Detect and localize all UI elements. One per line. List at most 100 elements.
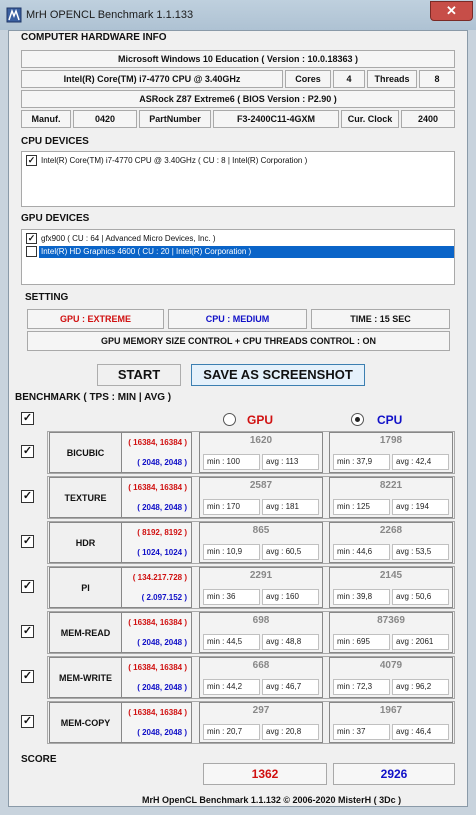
benchmark-name: MEM-WRITE [49, 657, 121, 698]
gpu-device-label: gfx900 ( CU : 64 | Advanced Micro Device… [41, 234, 216, 243]
cpu-param: ( 1024, 1024 ) [137, 548, 187, 557]
cpu-result-avg: avg : 46,4 [392, 724, 449, 740]
window-title: MrH OPENCL Benchmark 1.1.133 [26, 9, 194, 21]
gpu-result: 698 min : 44,5 avg : 48,8 [199, 612, 323, 653]
gpu-result-min: min : 44,5 [203, 634, 260, 650]
cpu-result-avg: avg : 194 [392, 499, 449, 515]
gpu-devices-title: GPU DEVICES [21, 213, 90, 224]
gpu-param: ( 16384, 16384 ) [128, 618, 187, 627]
cpu-result-score: 1798 [379, 435, 403, 446]
cpu-result-score: 2145 [379, 570, 403, 581]
benchmark-params: ( 16384, 16384 ) ( 2048, 2048 ) [121, 657, 192, 698]
gpu-result: 668 min : 44,2 avg : 46,7 [199, 657, 323, 698]
cpu-device-label: Intel(R) Core(TM) i7-4770 CPU @ 3.40GHz … [41, 156, 308, 165]
benchmark-name: TEXTURE [49, 477, 121, 518]
benchmark-params: ( 16384, 16384 ) ( 2048, 2048 ) [121, 432, 192, 473]
cpu-result-avg: avg : 53,5 [392, 544, 449, 560]
gpu-radio-label: GPU [247, 413, 274, 427]
benchmark-name: BICUBIC [49, 432, 121, 473]
select-all-checkbox[interactable]: ✓ [21, 412, 34, 425]
gpu-result-score: 865 [252, 525, 270, 536]
cpu-result-min: min : 39,8 [333, 589, 390, 605]
gpu-result-avg: avg : 48,8 [262, 634, 319, 650]
gpu-result-avg: avg : 46,7 [262, 679, 319, 695]
benchmark-checkbox[interactable]: ✓ [21, 535, 34, 548]
cpu-result-avg: avg : 50,6 [392, 589, 449, 605]
title-bar[interactable]: MrH OPENCL Benchmark 1.1.133 ✕ [0, 0, 476, 30]
start-button[interactable]: START [97, 364, 181, 386]
cores-label: Cores [285, 70, 331, 88]
cpu-param: ( 2048, 2048 ) [137, 458, 187, 467]
clock-label: Cur. Clock [341, 110, 399, 128]
benchmark-params: ( 16384, 16384 ) ( 2048, 2048 ) [121, 612, 192, 653]
gpu-level-setting[interactable]: GPU : EXTREME [27, 309, 164, 329]
cpu-level-setting[interactable]: CPU : MEDIUM [168, 309, 307, 329]
cpu-radio[interactable] [351, 413, 364, 426]
cpu-score: 2926 [333, 763, 455, 785]
gpu-device-label: Intel(R) HD Graphics 4600 ( CU : 20 | In… [41, 247, 252, 256]
cpu-devices-title: CPU DEVICES [21, 136, 89, 147]
gpu-param: ( 16384, 16384 ) [128, 483, 187, 492]
benchmark-checkbox[interactable]: ✓ [21, 580, 34, 593]
benchmark-checkbox[interactable]: ✓ [21, 715, 34, 728]
gpu-score: 1362 [203, 763, 327, 785]
cpu-result: 2268 min : 44,6 avg : 53,5 [329, 522, 453, 563]
gpu-result-min: min : 100 [203, 454, 260, 470]
gpu-result-min: min : 36 [203, 589, 260, 605]
app-icon [6, 7, 22, 23]
gpu-result-min: min : 170 [203, 499, 260, 515]
gpu-result: 297 min : 20,7 avg : 20,8 [199, 702, 323, 743]
benchmark-checkbox[interactable]: ✓ [21, 490, 34, 503]
cpu-result-avg: avg : 42,4 [392, 454, 449, 470]
cpu-param: ( 2048, 2048 ) [137, 638, 187, 647]
partnumber-value: F3-2400C11-4GXM [213, 110, 339, 128]
footer-credits: MrH OpenCL Benchmark 1.1.132 © 2006-2020… [142, 795, 402, 805]
benchmark-name: MEM-COPY [49, 702, 121, 743]
benchmark-checkbox[interactable]: ✓ [21, 445, 34, 458]
gpu-result-score: 1620 [249, 435, 273, 446]
gpu-result: 1620 min : 100 avg : 113 [199, 432, 323, 473]
cpu-device-checkbox[interactable]: ✓ [26, 155, 37, 166]
close-button[interactable]: ✕ [430, 1, 473, 21]
gpu-device-checkbox[interactable]: ✓ [26, 233, 37, 244]
cpu-result-score: 8221 [379, 480, 403, 491]
benchmark-params: ( 8192, 8192 ) ( 1024, 1024 ) [121, 522, 192, 563]
score-title: SCORE [21, 754, 57, 765]
benchmark-checkbox[interactable]: ✓ [21, 625, 34, 638]
cpu-result-min: min : 44,6 [333, 544, 390, 560]
gpu-radio[interactable] [223, 413, 236, 426]
cpu-radio-label: CPU [377, 413, 403, 427]
cpu-result-avg: avg : 96,2 [392, 679, 449, 695]
gpu-param: ( 8192, 8192 ) [137, 528, 187, 537]
gpu-result-avg: avg : 113 [262, 454, 319, 470]
threads-label: Threads [367, 70, 417, 88]
gpu-result-min: min : 44,2 [203, 679, 260, 695]
cpu-result-min: min : 695 [333, 634, 390, 650]
cpu-result: 8221 min : 125 avg : 194 [329, 477, 453, 518]
control-setting[interactable]: GPU MEMORY SIZE CONTROL + CPU THREADS CO… [27, 331, 450, 351]
motherboard-info: ASRock Z87 Extreme6 ( BIOS Version : P2.… [21, 90, 455, 108]
gpu-result-score: 297 [252, 705, 270, 716]
gpu-param: ( 16384, 16384 ) [128, 438, 187, 447]
gpu-result-avg: avg : 181 [262, 499, 319, 515]
clock-value: 2400 [401, 110, 455, 128]
gpu-device-list[interactable]: ✓ gfx900 ( CU : 64 | Advanced Micro Devi… [21, 229, 455, 285]
partnumber-label: PartNumber [139, 110, 211, 128]
cpu-result-score: 4079 [379, 660, 403, 671]
time-setting[interactable]: TIME : 15 SEC [311, 309, 450, 329]
cpu-result: 1798 min : 37,9 avg : 42,4 [329, 432, 453, 473]
gpu-result-avg: avg : 20,8 [262, 724, 319, 740]
manuf-label: Manuf. [21, 110, 71, 128]
benchmark-checkbox[interactable]: ✓ [21, 670, 34, 683]
benchmark-params: ( 134.217.728 ) ( 2.097.152 ) [121, 567, 192, 608]
gpu-result-score: 2587 [249, 480, 273, 491]
save-screenshot-button[interactable]: SAVE AS SCREENSHOT [191, 364, 365, 386]
gpu-result-score: 668 [252, 660, 270, 671]
cpu-result-min: min : 125 [333, 499, 390, 515]
benchmark-name: PI [49, 567, 121, 608]
cpu-device-list[interactable]: ✓ Intel(R) Core(TM) i7-4770 CPU @ 3.40GH… [21, 151, 455, 207]
gpu-device-checkbox[interactable] [26, 246, 37, 257]
cpu-result-score: 1967 [379, 705, 403, 716]
gpu-result: 2587 min : 170 avg : 181 [199, 477, 323, 518]
gpu-result-min: min : 10,9 [203, 544, 260, 560]
